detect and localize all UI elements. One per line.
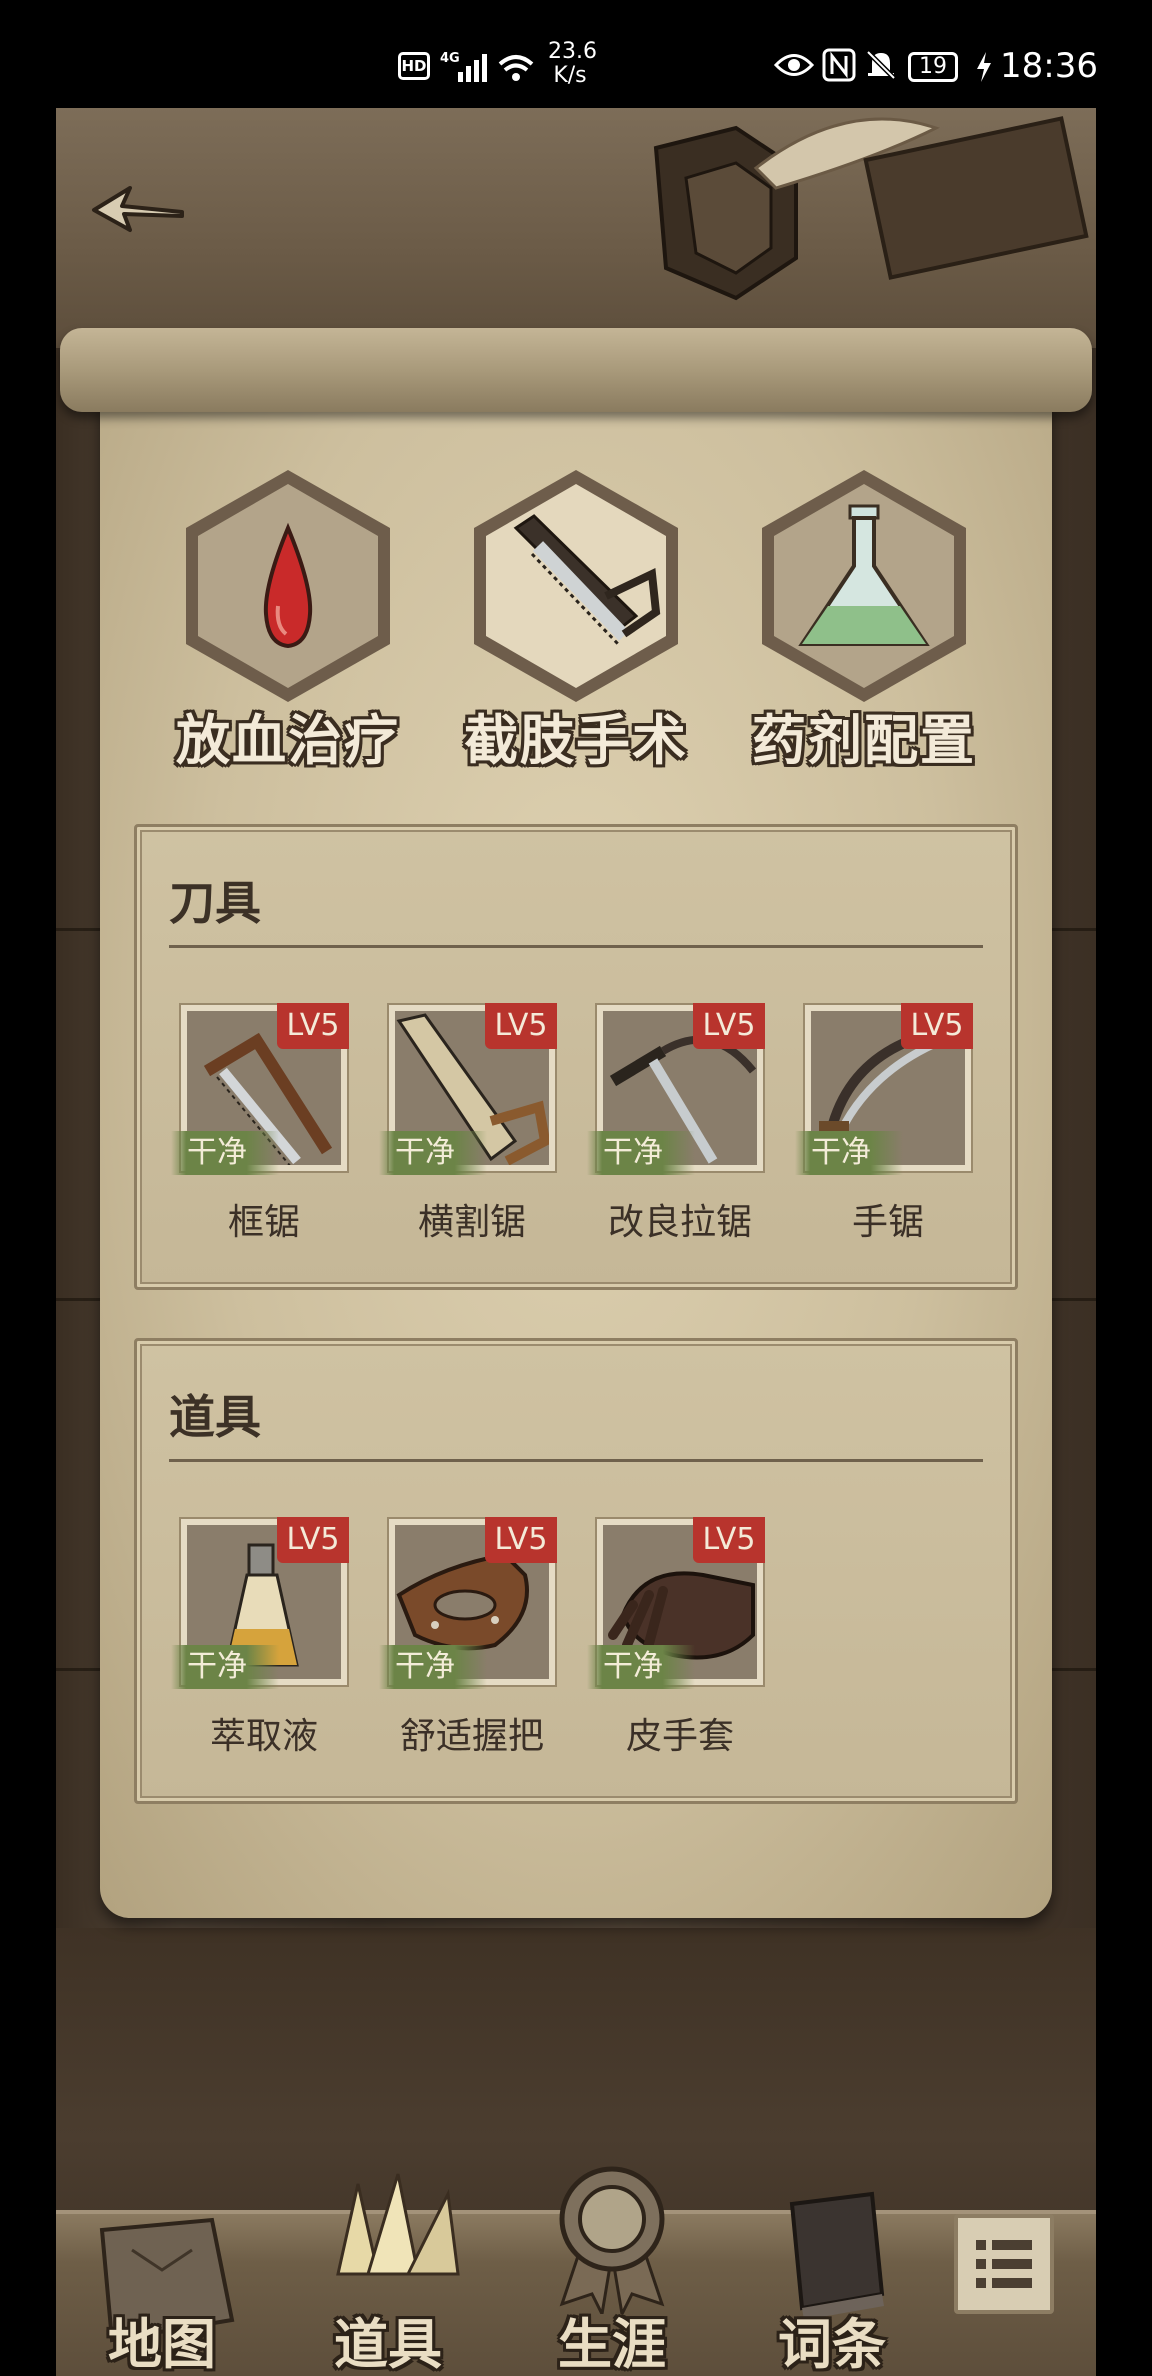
nfc-icon — [822, 48, 856, 86]
section-props: 道具 LV5 干净 萃取液 LV5 干净 舒适握把 LV5 干净 皮手套 — [134, 1338, 1018, 1804]
item-card[interactable]: LV5 干净 萃取液 — [171, 1517, 349, 1757]
tab-label: 放血治疗 — [176, 709, 400, 772]
level-badge: LV5 — [693, 1003, 765, 1049]
network-speed: 23.6 K/s — [548, 39, 597, 88]
tab-label: 截肢手术 — [464, 709, 688, 772]
clean-status-tag: 干净 — [379, 1131, 487, 1175]
network-speed-value: 23.6 — [548, 39, 597, 64]
item-card[interactable]: LV5 干净 手锯 — [795, 1003, 973, 1243]
clean-status-tag: 干净 — [587, 1131, 695, 1175]
scroll-rod — [60, 328, 1092, 412]
item-card[interactable]: LV5 干净 皮手套 — [587, 1517, 765, 1757]
inkwell-decoration — [653, 116, 1089, 301]
tab-label: 药剂配置 — [752, 709, 976, 772]
desk-top — [56, 108, 1096, 348]
clean-status-tag: 干净 — [795, 1131, 903, 1175]
signal-icon: 4G — [440, 48, 534, 88]
section-title: 刀具 — [169, 876, 261, 930]
section-blades: 刀具 LV5 干净 框锯 LV5 干净 横割锯 LV5 干净 改良拉锯 LV5 … — [134, 824, 1018, 1290]
menu-button[interactable] — [954, 2214, 1054, 2314]
eye-icon — [773, 50, 815, 84]
list-menu-icon — [976, 2240, 1032, 2288]
item-card[interactable]: LV5 干净 框锯 — [171, 1003, 349, 1243]
medal-icon — [559, 2166, 665, 2314]
network-speed-unit: K/s — [553, 63, 587, 88]
level-badge: LV5 — [693, 1517, 765, 1563]
hd-badge: HD — [398, 52, 430, 80]
item-card[interactable]: LV5 干净 改良拉锯 — [587, 1003, 765, 1243]
tools-icon — [336, 2173, 460, 2276]
level-badge: LV5 — [277, 1517, 349, 1563]
item-card[interactable]: LV5 干净 舒适握把 — [379, 1517, 557, 1757]
clean-status-tag: 干净 — [171, 1645, 279, 1689]
mute-bell-icon — [864, 48, 898, 86]
nav-label: 地图 — [108, 2313, 216, 2376]
hex-frame-selected — [474, 470, 678, 702]
item-card[interactable]: LV5 干净 横割锯 — [379, 1003, 557, 1243]
back-button[interactable] — [90, 168, 190, 248]
level-badge: LV5 — [901, 1003, 973, 1049]
nav-glossary[interactable]: 词条 — [732, 2191, 932, 2376]
tab-potion-mixing[interactable]: 药剂配置 — [744, 466, 984, 786]
section-divider — [169, 1459, 983, 1462]
nav-tools[interactable]: 道具 — [288, 2173, 488, 2376]
tab-amputation[interactable]: 截肢手术 — [456, 466, 696, 786]
network-type: 4G — [440, 51, 460, 66]
clean-status-tag: 干净 — [171, 1131, 279, 1175]
nav-label: 生涯 — [558, 2313, 666, 2376]
section-divider — [169, 945, 983, 948]
status-bar: HD 4G 23.6 K/s 19 18:36 — [0, 0, 1152, 108]
charging-icon — [974, 50, 994, 88]
hex-frame — [762, 470, 966, 702]
hex-frame — [186, 470, 390, 702]
level-badge: LV5 — [485, 1517, 557, 1563]
nav-label: 词条 — [778, 2313, 886, 2376]
battery-icon: 19 — [908, 52, 958, 82]
clock-time: 18:36 — [1000, 46, 1098, 86]
game-screen: 放血治疗 截肢手术 药剂配置 刀具 LV5 干净 框锯 LV5 干净 横割锯 L… — [56, 108, 1096, 2376]
nav-label: 道具 — [334, 2313, 442, 2376]
section-title: 道具 — [169, 1390, 261, 1444]
item-name: 手锯 — [851, 1202, 924, 1243]
level-badge: LV5 — [485, 1003, 557, 1049]
nav-map[interactable]: 地图 — [62, 2214, 262, 2376]
arrow-left-icon — [92, 186, 184, 232]
tab-bloodletting[interactable]: 放血治疗 — [168, 466, 408, 786]
nav-career[interactable]: 生涯 — [512, 2166, 712, 2376]
clean-status-tag: 干净 — [379, 1645, 487, 1689]
bottom-nav: 地图 道具 生涯 词条 — [56, 2166, 1096, 2376]
item-name: 皮手套 — [625, 1716, 734, 1757]
clean-status-tag: 干净 — [587, 1645, 695, 1689]
level-badge: LV5 — [277, 1003, 349, 1049]
